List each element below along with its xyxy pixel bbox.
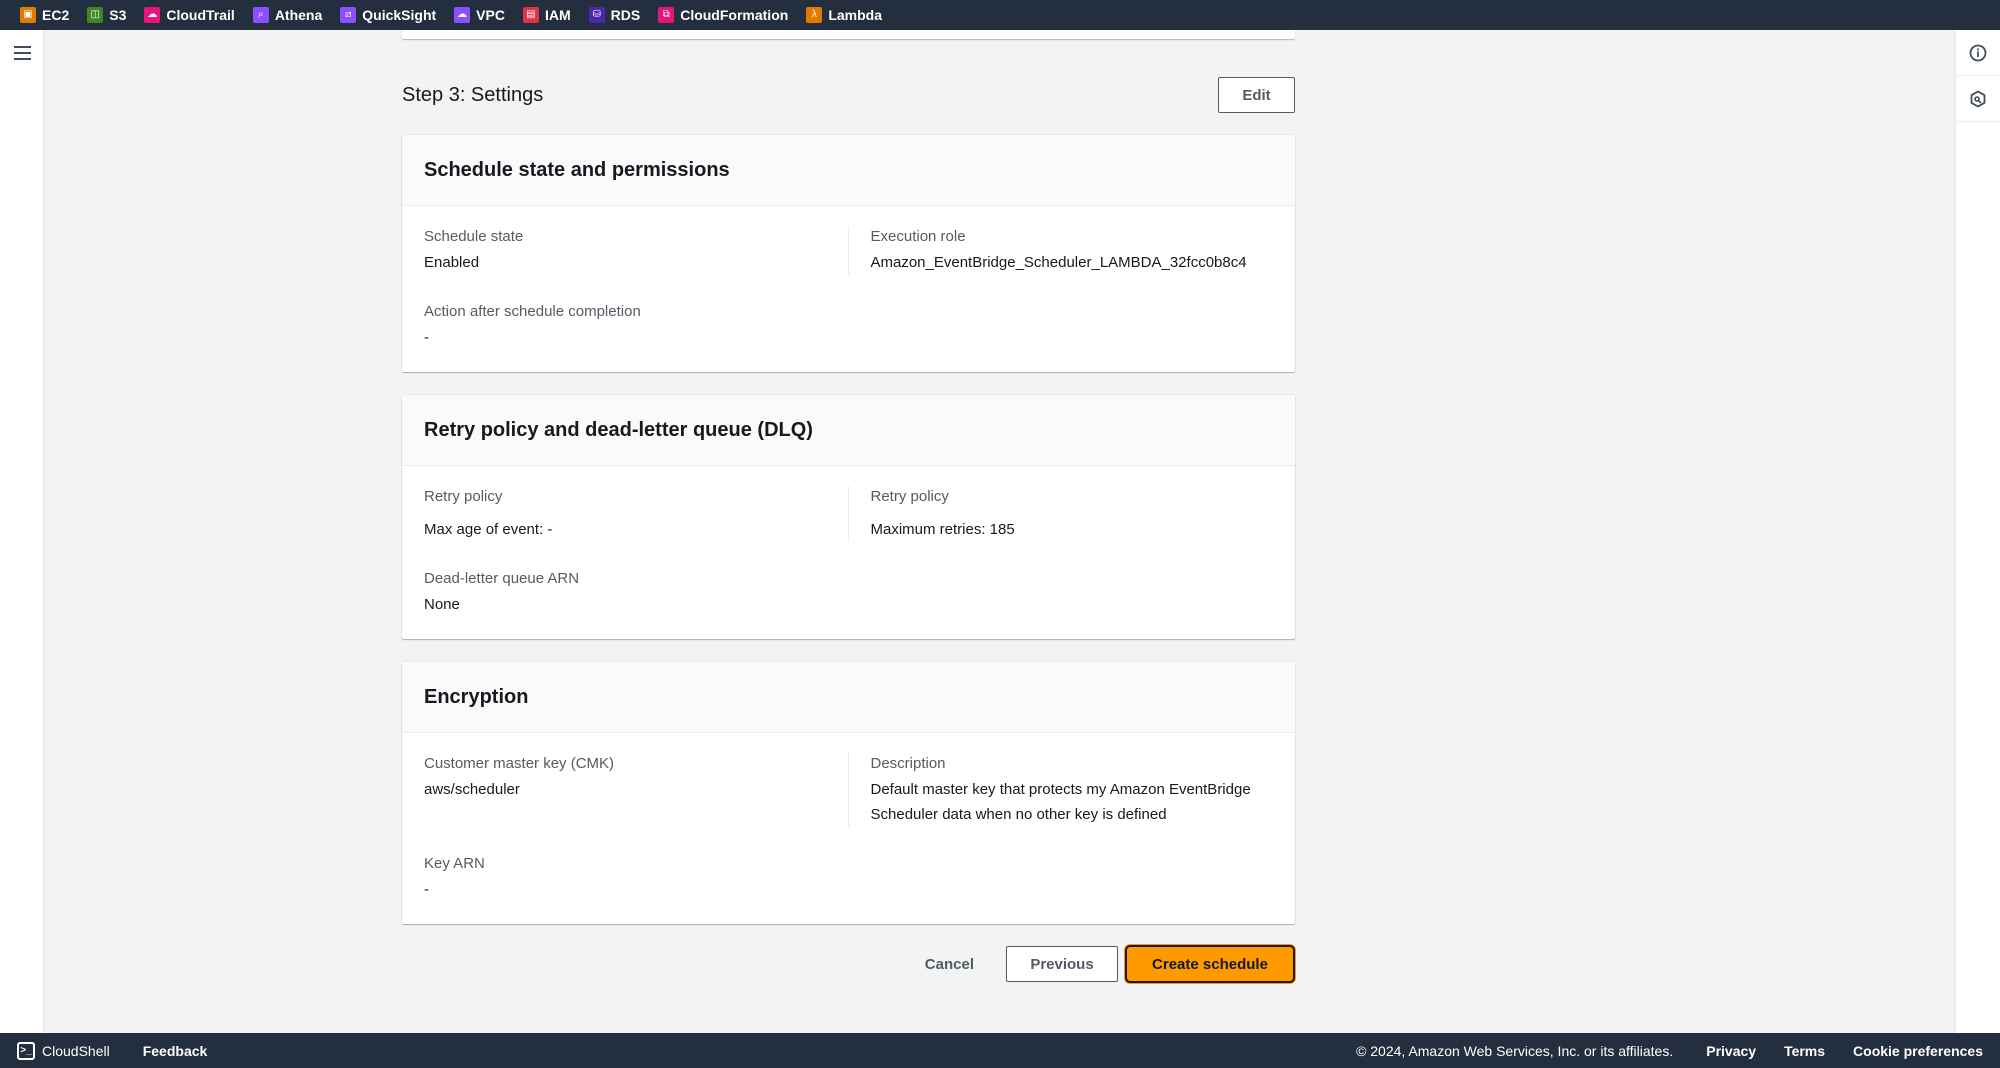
wizard-actions: Cancel Previous Create schedule — [402, 945, 1295, 983]
shortcut-lambda[interactable]: λ Lambda — [806, 7, 882, 23]
cancel-button[interactable]: Cancel — [925, 956, 974, 973]
encryption-card: Encryption Customer master key (CMK) aws… — [402, 662, 1295, 924]
shortcut-rds[interactable]: ⛁ RDS — [588, 7, 640, 23]
cloudshell-icon: >_ — [17, 1041, 35, 1060]
s3-icon: ◫ — [87, 7, 104, 23]
cloudformation-icon: ⧉ — [658, 7, 675, 23]
quicksight-icon: ⧄ — [340, 7, 357, 23]
edit-button[interactable]: Edit — [1218, 77, 1295, 113]
schedule-state-value: Enabled — [424, 254, 480, 271]
rds-icon: ⛁ — [588, 7, 605, 23]
previous-section-card-edge — [402, 30, 1295, 39]
console-footer: >_ CloudShell Feedback © 2024, Amazon We… — [0, 1033, 2000, 1068]
card-title: Retry policy and dead-letter queue (DLQ) — [424, 418, 813, 441]
vpc-icon: ☁ — [454, 7, 471, 23]
side-navigation-collapsed — [0, 30, 45, 1033]
lambda-icon: λ — [806, 7, 823, 23]
shortcut-s3[interactable]: ◫ S3 — [87, 7, 126, 23]
action-after-completion-value: - — [424, 329, 429, 346]
step-header: Step 3: Settings Edit — [402, 77, 1295, 113]
retry-policy-card: Retry policy and dead-letter queue (DLQ)… — [402, 395, 1295, 639]
description-label: Description — [870, 755, 946, 772]
info-button[interactable] — [1956, 30, 2000, 76]
service-shortcuts-bar: ▣ EC2 ◫ S3 ☁ CloudTrail ⌕ Athena ⧄ QuickSight… — [0, 0, 2000, 30]
card-header: Schedule state and permissions — [402, 135, 1295, 206]
create-schedule-button[interactable]: Create schedule — [1125, 945, 1295, 983]
description-value: Default master key that protects my Amaz… — [870, 781, 1251, 823]
tools-panel-collapsed — [1954, 30, 2000, 1033]
help-panel-button[interactable] — [1956, 76, 2000, 122]
previous-button[interactable]: Previous — [1006, 946, 1118, 982]
step-title: Step 3: Settings — [402, 83, 544, 106]
execution-role-label: Execution role — [870, 228, 966, 245]
card-title: Encryption — [424, 685, 529, 708]
cmk-label: Customer master key (CMK) — [424, 755, 615, 772]
shortcut-ec2[interactable]: ▣ EC2 — [20, 7, 69, 23]
athena-icon: ⌕ — [252, 7, 269, 23]
menu-icon[interactable] — [14, 46, 31, 60]
dlq-arn-label: Dead-letter queue ARN — [424, 570, 580, 587]
key-arn-label: Key ARN — [424, 855, 485, 872]
iam-icon: ▤ — [522, 7, 539, 23]
shortcut-vpc[interactable]: ☁ VPC — [454, 7, 505, 23]
max-age-value: Max age of event: - — [424, 521, 553, 538]
retry-policy-label: Retry policy — [870, 488, 949, 505]
main-content: Step 3: Settings Edit Schedule state and… — [402, 30, 1295, 983]
privacy-link[interactable]: Privacy — [1706, 1043, 1756, 1059]
execution-role-value: Amazon_EventBridge_Scheduler_LAMBDA_32fc… — [870, 254, 1247, 271]
cmk-value: aws/scheduler — [424, 781, 520, 798]
action-after-completion-label: Action after schedule completion — [424, 303, 641, 320]
terms-link[interactable]: Terms — [1784, 1043, 1825, 1059]
cookie-preferences-link[interactable]: Cookie preferences — [1853, 1043, 1983, 1059]
key-arn-value: - — [424, 881, 429, 898]
cloudtrail-icon: ☁ — [144, 7, 161, 23]
retry-policy-label: Retry policy — [424, 488, 503, 505]
shortcut-quicksight[interactable]: ⧄ QuickSight — [340, 7, 436, 23]
shortcut-cloudformation[interactable]: ⧉ CloudFormation — [658, 7, 788, 23]
hexagon-settings-icon — [1970, 89, 1986, 108]
copyright-text: © 2024, Amazon Web Services, Inc. or its… — [1356, 1042, 1674, 1059]
schedule-state-card: Schedule state and permissions Schedule … — [402, 135, 1295, 372]
shortcut-athena[interactable]: ⌕ Athena — [252, 7, 322, 23]
card-header: Encryption — [402, 662, 1295, 733]
card-header: Retry policy and dead-letter queue (DLQ) — [402, 395, 1295, 466]
card-title: Schedule state and permissions — [424, 158, 730, 181]
feedback-link[interactable]: Feedback — [143, 1043, 208, 1059]
max-retries-value: Maximum retries: 185 — [870, 521, 1015, 538]
cloudshell-link[interactable]: CloudShell — [42, 1043, 110, 1059]
dlq-arn-value: None — [424, 596, 460, 613]
schedule-state-label: Schedule state — [424, 228, 524, 245]
shortcut-cloudtrail[interactable]: ☁ CloudTrail — [144, 7, 235, 23]
info-icon — [1969, 44, 1987, 61]
shortcut-iam[interactable]: ▤ IAM — [522, 7, 571, 23]
ec2-icon: ▣ — [20, 7, 36, 23]
